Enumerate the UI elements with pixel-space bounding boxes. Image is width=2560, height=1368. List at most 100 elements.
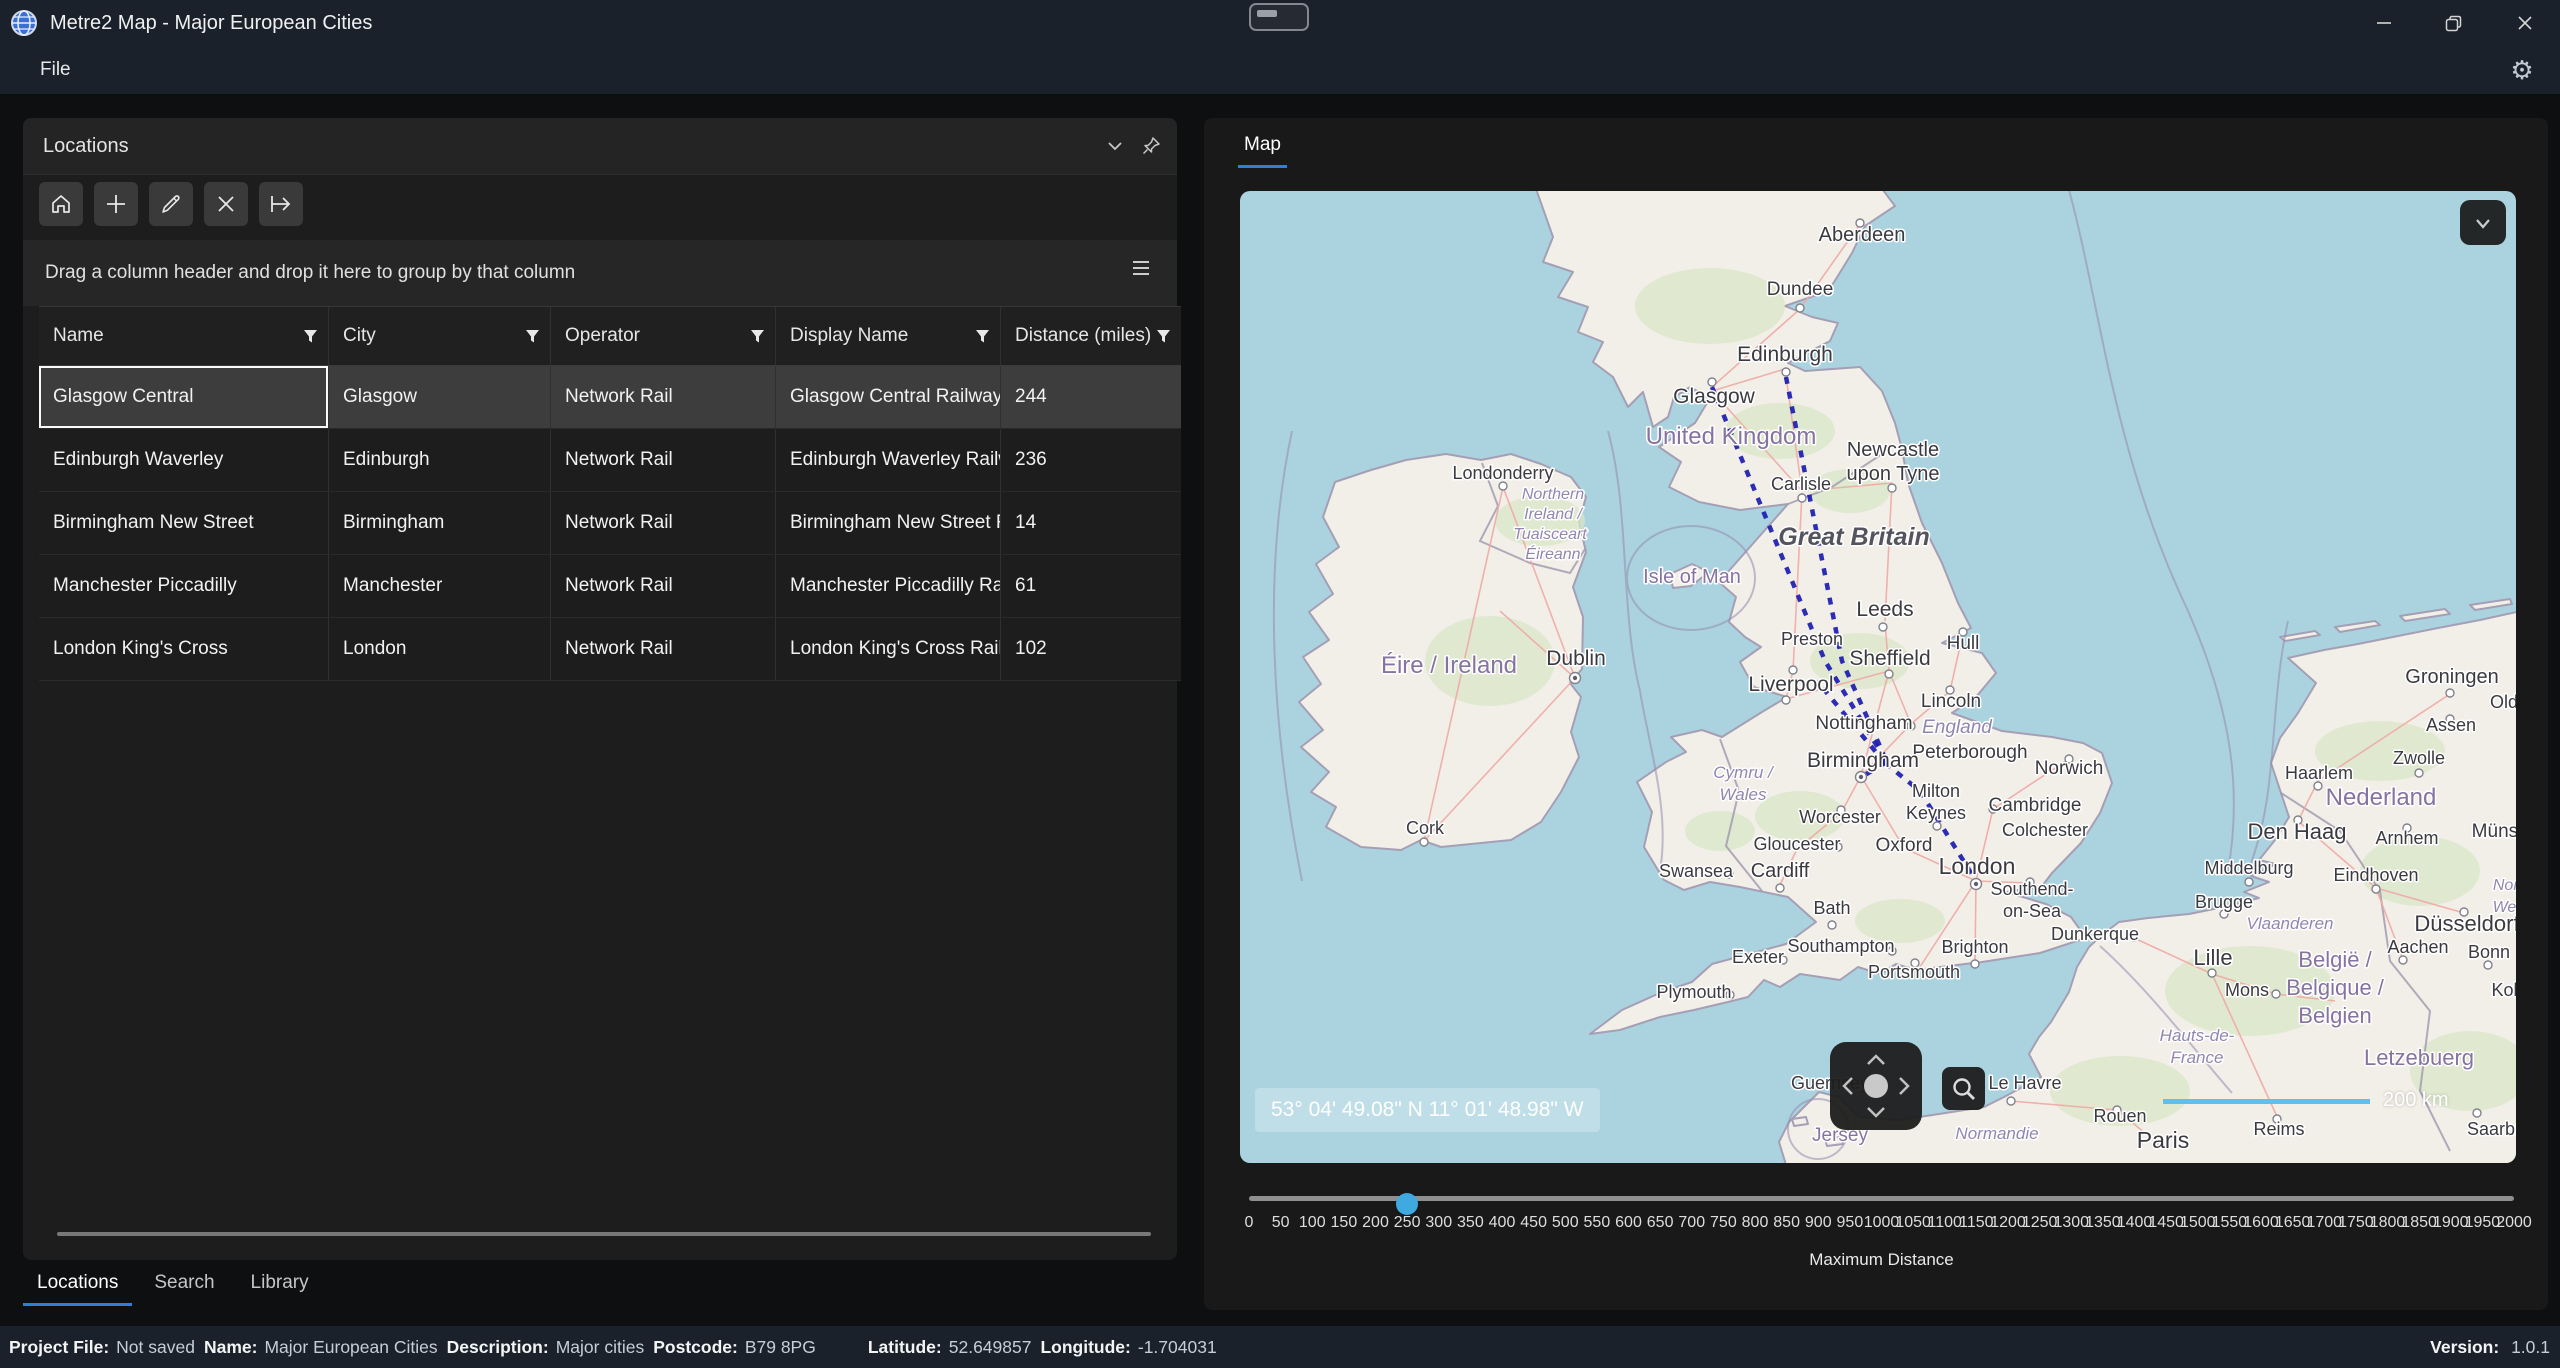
tick-label: 500 bbox=[1552, 1214, 1579, 1232]
city-dot bbox=[1888, 484, 1896, 492]
cell-operator: Network Rail bbox=[551, 429, 776, 491]
map-label: Assen bbox=[2426, 715, 2476, 735]
tab-map[interactable]: Map bbox=[1238, 126, 1287, 168]
map-label: Aachen bbox=[2387, 937, 2448, 957]
map-collapse-button[interactable] bbox=[2460, 200, 2506, 245]
status-value: Major cities bbox=[556, 1337, 645, 1357]
map-label: Isle of Man bbox=[1643, 566, 1741, 588]
horizontal-scrollbar[interactable] bbox=[57, 1232, 1151, 1236]
map-container[interactable]: AberdeenDundeeEdinburghGlasgowUnited Kin… bbox=[1240, 191, 2516, 1163]
table-row[interactable]: Glasgow CentralGlasgowNetwork RailGlasgo… bbox=[39, 366, 1181, 429]
cell-display_name: Glasgow Central Railway Station bbox=[776, 366, 1001, 428]
add-button[interactable] bbox=[94, 182, 138, 226]
map-label: Aberdeen bbox=[1819, 224, 1906, 246]
city-dot-inner bbox=[1974, 882, 1978, 886]
map-label: Keynes bbox=[1906, 803, 1966, 823]
tab-library[interactable]: Library bbox=[237, 1264, 323, 1306]
column-header[interactable]: Name bbox=[39, 307, 329, 365]
delete-button[interactable] bbox=[204, 182, 248, 226]
map-label: Middelburg bbox=[2204, 858, 2293, 878]
table-row[interactable]: Birmingham New StreetBirminghamNetwork R… bbox=[39, 492, 1181, 555]
coordinate-readout: 53° 04' 49.08" N 11° 01' 48.98" W bbox=[1255, 1088, 1600, 1132]
menu-file[interactable]: File bbox=[30, 53, 81, 87]
panel-pin-button[interactable] bbox=[1137, 132, 1165, 160]
status-items: Project File:Not savedName:Major Europea… bbox=[0, 1337, 1217, 1358]
cell-name: Edinburgh Waverley bbox=[39, 429, 329, 491]
tick-label: 300 bbox=[1425, 1214, 1452, 1232]
snap-layout-pill[interactable] bbox=[1249, 3, 1309, 31]
cell-display_name: Birmingham New Street Railway Station bbox=[776, 492, 1001, 554]
map-label: Exeter bbox=[1732, 947, 1784, 967]
tick-label: 800 bbox=[1742, 1214, 1769, 1232]
map-label: Milton bbox=[1912, 781, 1960, 801]
home-button[interactable] bbox=[39, 182, 83, 226]
column-header[interactable]: City bbox=[329, 307, 551, 365]
map-label: Hauts-de- bbox=[2160, 1026, 2235, 1045]
status-bar: Project File:Not savedName:Major Europea… bbox=[0, 1326, 2560, 1368]
version-label: Version: bbox=[2430, 1337, 2499, 1357]
filter-icon[interactable] bbox=[1156, 329, 1171, 344]
tick-label: 1100 bbox=[1928, 1214, 1962, 1232]
filter-icon[interactable] bbox=[750, 329, 765, 344]
close-icon bbox=[2517, 15, 2533, 31]
city-dot bbox=[1828, 921, 1836, 929]
plus-icon bbox=[105, 193, 127, 215]
map-label: Belgien bbox=[2298, 1003, 2371, 1028]
map-label: Düsseldorf bbox=[2414, 911, 2516, 936]
map-search-button[interactable] bbox=[1942, 1067, 1985, 1110]
status-value: Not saved bbox=[116, 1337, 195, 1357]
map-panel: Map bbox=[1204, 118, 2548, 1310]
tab-locations[interactable]: Locations bbox=[23, 1264, 132, 1306]
edit-button[interactable] bbox=[149, 182, 193, 226]
cell-operator: Network Rail bbox=[551, 366, 776, 428]
map-label: Nordrhein bbox=[2493, 877, 2516, 894]
panel-title: Locations bbox=[43, 135, 129, 158]
table-row[interactable]: Edinburgh WaverleyEdinburghNetwork RailE… bbox=[39, 429, 1181, 492]
panel-collapse-button[interactable] bbox=[1101, 132, 1129, 160]
filter-icon[interactable] bbox=[303, 329, 318, 344]
column-header[interactable]: Distance (miles) bbox=[1001, 307, 1181, 365]
pan-control[interactable] bbox=[1830, 1042, 1922, 1130]
city-dot-inner bbox=[1859, 775, 1863, 779]
filter-icon[interactable] bbox=[525, 329, 540, 344]
goto-button[interactable] bbox=[259, 182, 303, 226]
tick-label: 1300 bbox=[2053, 1214, 2089, 1232]
table-row[interactable]: London King's CrossLondonNetwork RailLon… bbox=[39, 618, 1181, 681]
hamburger-menu-icon[interactable] bbox=[1131, 260, 1151, 276]
slider-track[interactable] bbox=[1249, 1196, 2514, 1201]
tab-search[interactable]: Search bbox=[140, 1264, 228, 1306]
map-label: Vlaanderen bbox=[2247, 914, 2334, 933]
map-label: Dublin bbox=[1546, 647, 1606, 670]
cell-city: Manchester bbox=[329, 555, 551, 617]
status-label: Description: bbox=[447, 1337, 549, 1357]
settings-button[interactable]: ⚙ bbox=[2502, 51, 2542, 89]
map-label: Ireland / bbox=[1524, 506, 1583, 523]
map-label: Glasgow bbox=[1673, 385, 1756, 408]
map-label: Éireann bbox=[1525, 544, 1580, 563]
maximize-button[interactable] bbox=[2421, 0, 2485, 46]
map-label: Den Haag bbox=[2247, 819, 2346, 844]
table-row[interactable]: Manchester PiccadillyManchesterNetwork R… bbox=[39, 555, 1181, 618]
locations-grid: NameCityOperatorDisplay NameDistance (mi… bbox=[39, 306, 1181, 681]
map-label: Carlisle bbox=[1771, 474, 1831, 494]
slider-thumb[interactable] bbox=[1396, 1193, 1418, 1215]
locations-panel-header: Locations bbox=[23, 118, 1177, 175]
map-label: Great Britain bbox=[1778, 523, 1929, 551]
minimize-button[interactable] bbox=[2352, 0, 2416, 46]
column-header[interactable]: Operator bbox=[551, 307, 776, 365]
version-info: Version: 1.0.1 bbox=[2430, 1337, 2550, 1358]
cell-operator: Network Rail bbox=[551, 492, 776, 554]
titlebar: Metre2 Map - Major European Cities bbox=[0, 0, 2560, 46]
map-label: Peterborough bbox=[1912, 742, 2027, 763]
column-header[interactable]: Display Name bbox=[776, 307, 1001, 365]
locations-toolbar bbox=[39, 182, 303, 228]
city-dot bbox=[1798, 494, 1806, 502]
globe-icon bbox=[10, 9, 38, 37]
tick-label: 50 bbox=[1272, 1214, 1290, 1232]
map-label: Eindhoven bbox=[2333, 865, 2418, 885]
map-label: Cambridge bbox=[1989, 795, 2082, 816]
group-drop-zone[interactable]: Drag a column header and drop it here to… bbox=[23, 240, 1177, 306]
cell-city: Edinburgh bbox=[329, 429, 551, 491]
close-button[interactable] bbox=[2493, 0, 2557, 46]
filter-icon[interactable] bbox=[975, 329, 990, 344]
